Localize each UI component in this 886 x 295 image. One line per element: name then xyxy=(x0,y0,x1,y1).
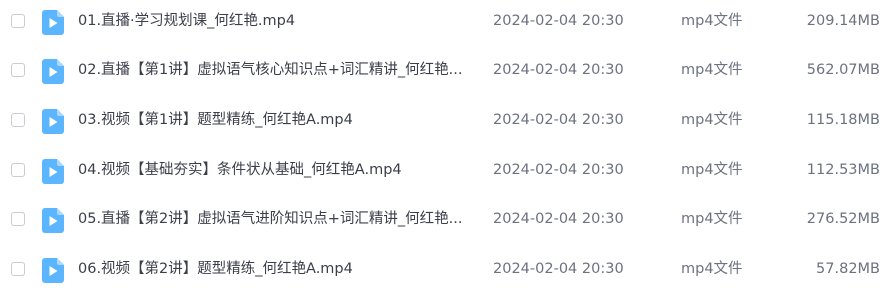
video-file-icon xyxy=(42,59,64,84)
file-name[interactable]: 01.直播·学习规划课_何红艳.mp4 xyxy=(78,11,480,31)
file-name[interactable]: 05.直播【第2讲】虚拟语气进阶知识点+词汇精讲_何红艳... xyxy=(78,209,480,229)
file-type: mp4文件 xyxy=(681,211,743,227)
file-name[interactable]: 02.直播【第1讲】虚拟语气核心知识点+词汇精讲_何红艳... xyxy=(78,60,480,80)
file-date: 2024-02-04 20:30 xyxy=(493,112,624,128)
row-checkbox[interactable] xyxy=(11,212,25,226)
file-size: 115.18MB xyxy=(806,112,880,128)
file-row[interactable]: 04.视频【基础夯实】条件状从基础_何红艳A.mp4 2024-02-04 20… xyxy=(0,146,886,196)
row-checkbox[interactable] xyxy=(11,262,25,276)
file-name[interactable]: 04.视频【基础夯实】条件状从基础_何红艳A.mp4 xyxy=(78,160,480,180)
file-size: 276.52MB xyxy=(806,211,880,227)
row-checkbox[interactable] xyxy=(11,113,25,127)
file-size: 209.14MB xyxy=(806,13,880,29)
file-list: 01.直播·学习规划课_何红艳.mp4 2024-02-04 20:30 mp4… xyxy=(0,0,886,295)
file-date: 2024-02-04 20:30 xyxy=(493,211,624,227)
file-type: mp4文件 xyxy=(681,261,743,277)
file-row[interactable]: 02.直播【第1讲】虚拟语气核心知识点+词汇精讲_何红艳... 2024-02-… xyxy=(0,46,886,96)
file-type: mp4文件 xyxy=(681,62,743,78)
file-date: 2024-02-04 20:30 xyxy=(493,62,624,78)
file-name[interactable]: 06.视频【第2讲】题型精练_何红艳A.mp4 xyxy=(78,259,480,279)
row-checkbox[interactable] xyxy=(11,163,25,177)
video-file-icon xyxy=(42,258,64,283)
file-type: mp4文件 xyxy=(681,162,743,178)
file-row[interactable]: 01.直播·学习规划课_何红艳.mp4 2024-02-04 20:30 mp4… xyxy=(0,0,886,47)
video-file-icon xyxy=(42,208,64,233)
file-type: mp4文件 xyxy=(681,13,743,29)
file-row[interactable]: 05.直播【第2讲】虚拟语气进阶知识点+词汇精讲_何红艳... 2024-02-… xyxy=(0,195,886,245)
file-size: 57.82MB xyxy=(816,261,880,277)
file-name[interactable]: 03.视频【第1讲】题型精练_何红艳A.mp4 xyxy=(78,110,480,130)
video-file-icon xyxy=(42,159,64,184)
file-row[interactable]: 06.视频【第2讲】题型精练_何红艳A.mp4 2024-02-04 20:30… xyxy=(0,245,886,295)
file-size: 562.07MB xyxy=(806,62,880,78)
video-file-icon xyxy=(42,109,64,134)
row-checkbox[interactable] xyxy=(11,63,25,77)
file-type: mp4文件 xyxy=(681,112,743,128)
file-date: 2024-02-04 20:30 xyxy=(493,13,624,29)
file-date: 2024-02-04 20:30 xyxy=(493,162,624,178)
file-row[interactable]: 03.视频【第1讲】题型精练_何红艳A.mp4 2024-02-04 20:30… xyxy=(0,96,886,146)
video-file-icon xyxy=(42,10,64,35)
file-size: 112.53MB xyxy=(806,162,880,178)
row-checkbox[interactable] xyxy=(11,14,25,28)
file-date: 2024-02-04 20:30 xyxy=(493,261,624,277)
